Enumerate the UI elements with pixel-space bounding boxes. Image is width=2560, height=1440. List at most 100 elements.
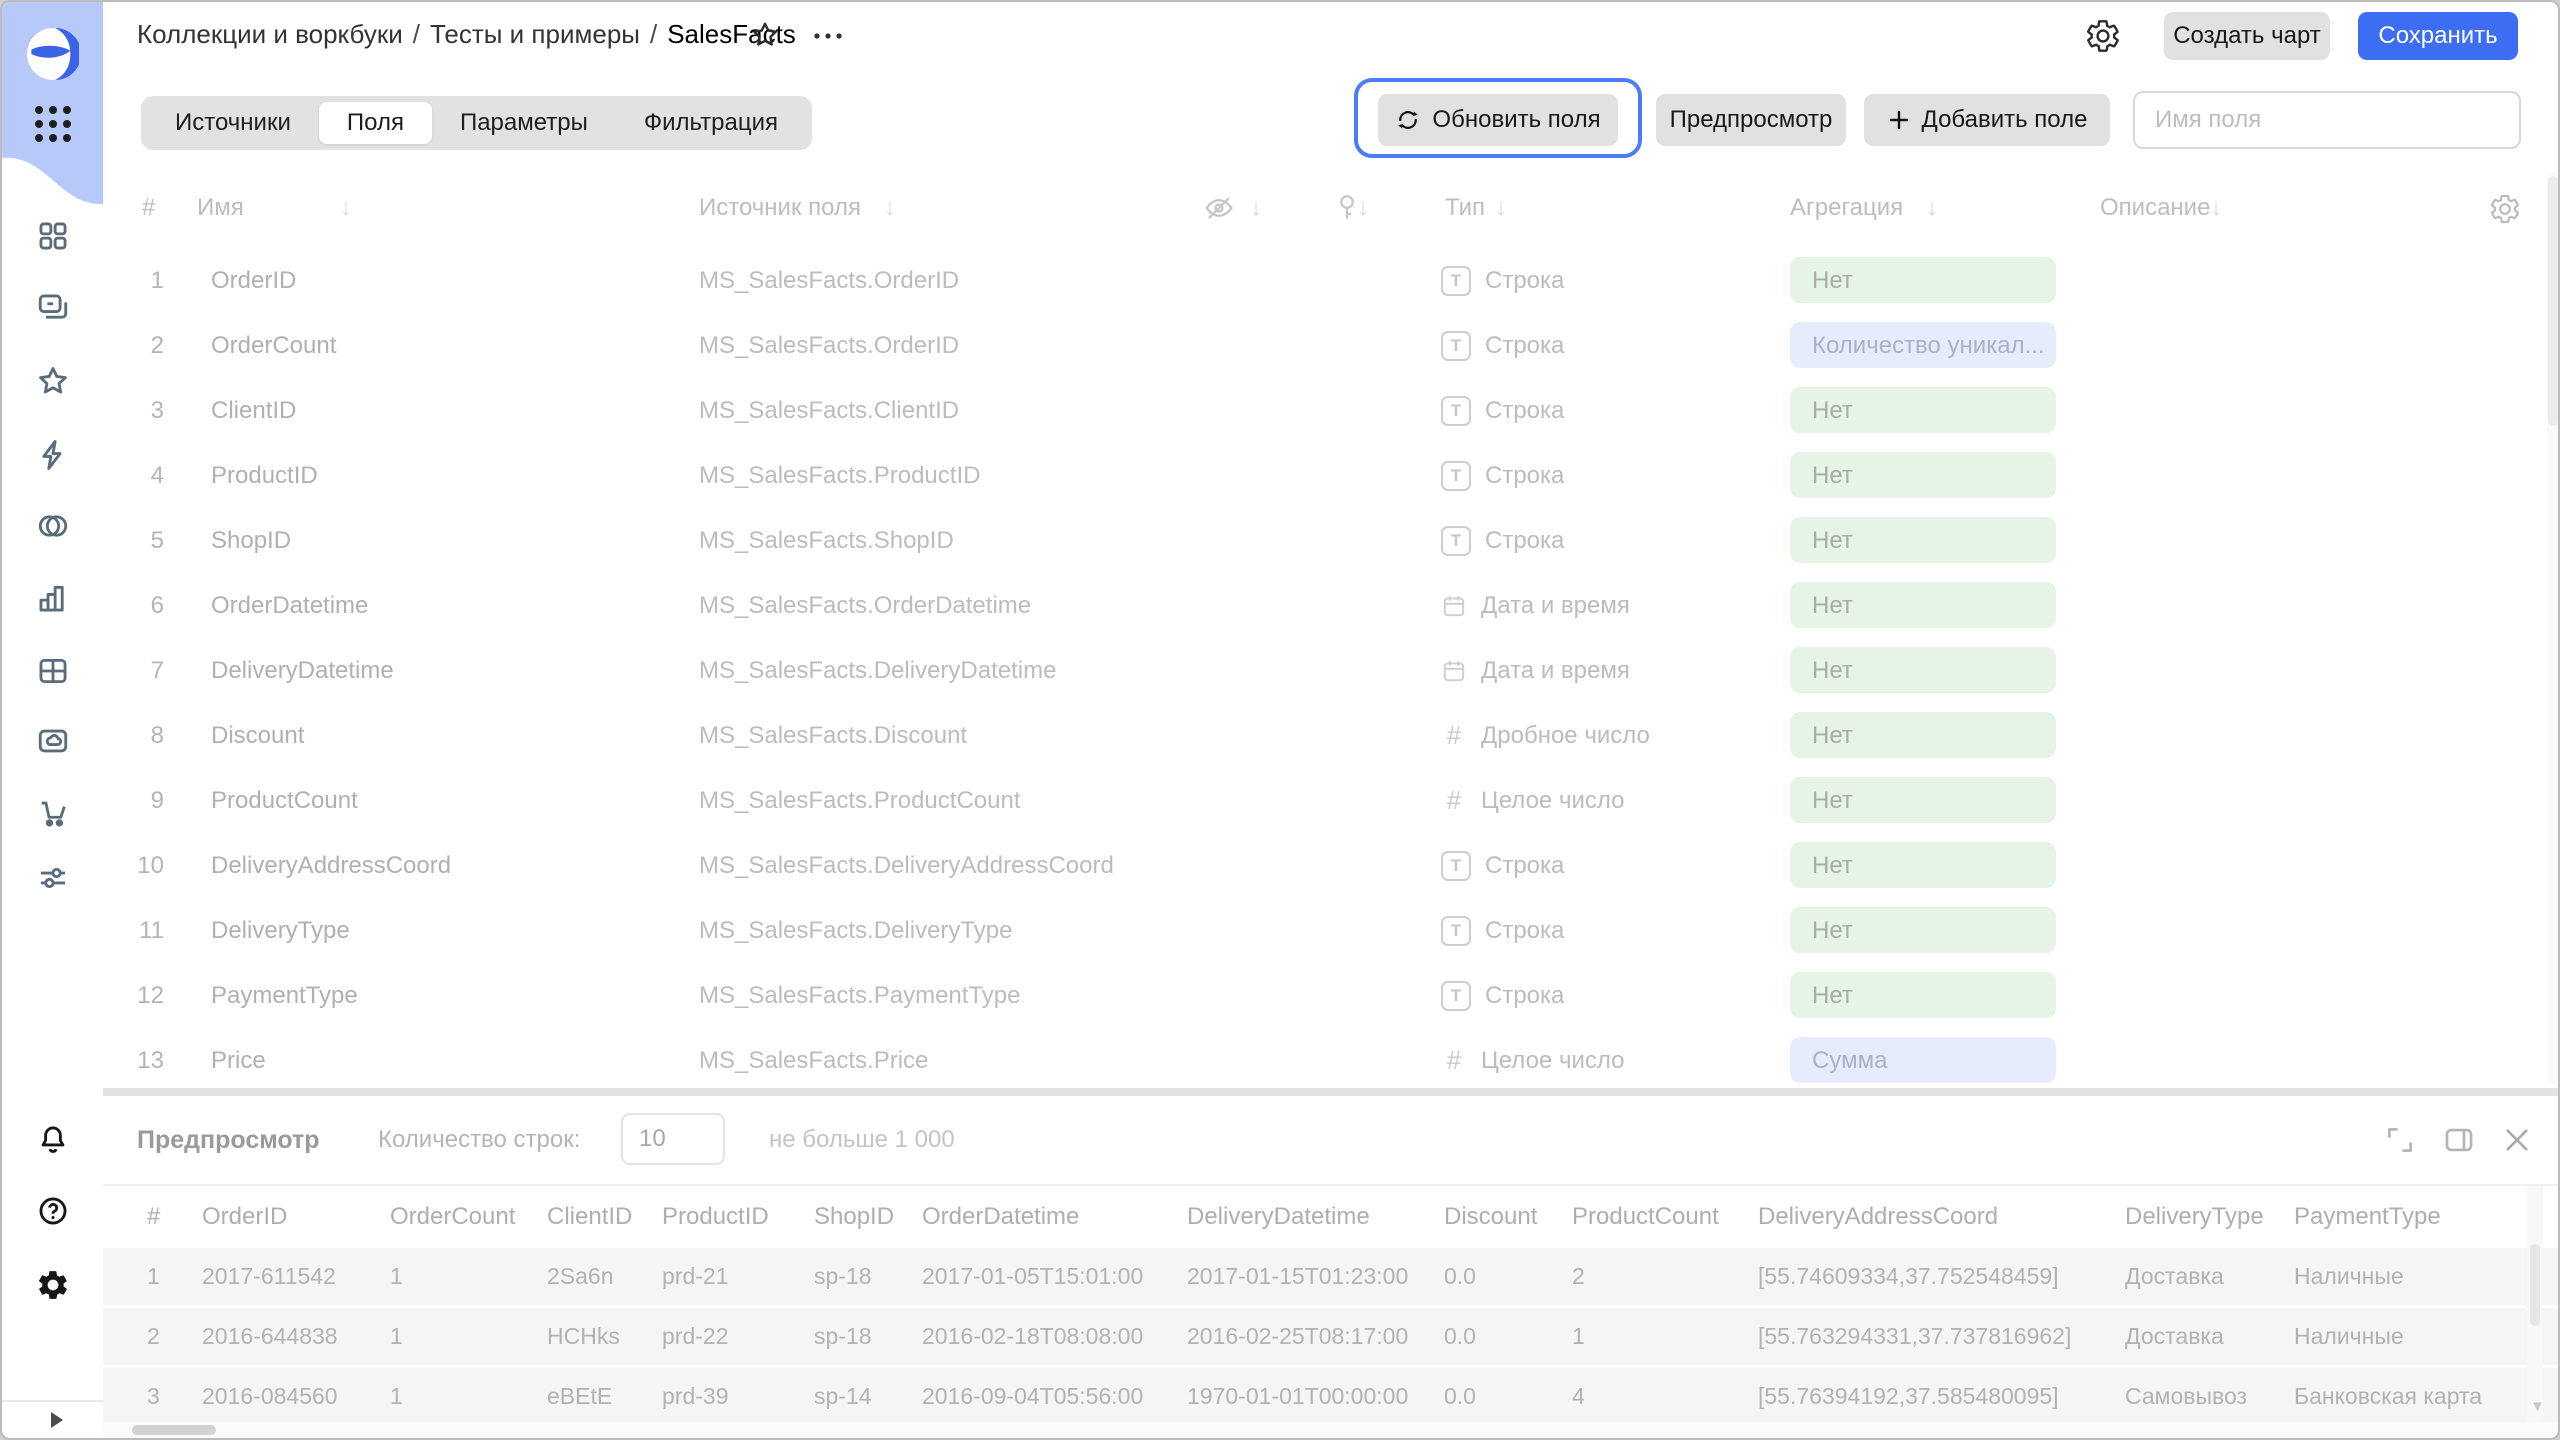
field-source[interactable]: MS_SalesFacts.OrderID	[699, 248, 959, 313]
field-source[interactable]: MS_SalesFacts.OrderDatetime	[699, 573, 1031, 638]
more-actions-icon[interactable]	[809, 20, 849, 52]
nav-dashboards-icon[interactable]	[2, 654, 103, 688]
nav-marketplace-icon[interactable]	[2, 796, 103, 830]
field-type[interactable]: T Строка	[1441, 248, 1564, 313]
col-header-aggregation[interactable]: Агрегация	[1790, 168, 1903, 248]
field-row[interactable]: 10 DeliveryAddressCoord MS_SalesFacts.Deli…	[103, 833, 2558, 898]
preview-toggle-button[interactable]: Предпросмотр	[1656, 94, 1846, 146]
aggregation-select[interactable]: Нет	[1790, 452, 2056, 498]
split-view-icon[interactable]	[2442, 1123, 2476, 1157]
nav-connections-icon[interactable]	[2, 509, 103, 543]
sort-icon[interactable]: ↓	[884, 168, 896, 248]
field-source[interactable]: MS_SalesFacts.ProductID	[699, 443, 980, 508]
breadcrumb-item-collections[interactable]: Коллекции и воркбуки	[137, 19, 403, 49]
sort-icon[interactable]: ↓	[1250, 168, 1262, 248]
aggregation-select[interactable]: Нет	[1790, 387, 2056, 433]
aggregation-select[interactable]: Нет	[1790, 842, 2056, 888]
nav-storage-icon[interactable]	[2, 724, 103, 758]
hidden-column-eye-off-icon[interactable]	[1203, 192, 1235, 224]
apps-menu-icon[interactable]	[33, 104, 73, 144]
nav-charts-icon[interactable]	[2, 581, 103, 615]
field-type[interactable]: T Строка	[1441, 313, 1564, 378]
tab-parameters[interactable]: Параметры	[432, 102, 616, 144]
aggregation-select[interactable]: Нет	[1790, 582, 2056, 628]
field-row[interactable]: 5 ShopID MS_SalesFacts.ShopID T Строка Нет	[103, 508, 2558, 573]
nav-editor-icon[interactable]	[2, 438, 103, 472]
favorite-star-icon[interactable]	[749, 19, 781, 51]
aggregation-select[interactable]: Нет	[1790, 257, 2056, 303]
tab-fields[interactable]: Поля	[318, 102, 432, 144]
field-row[interactable]: 3 ClientID MS_SalesFacts.ClientID T Строка Не…	[103, 378, 2558, 443]
field-type[interactable]: T Строка	[1441, 898, 1564, 963]
save-button[interactable]: Сохранить	[2358, 12, 2518, 60]
field-source[interactable]: MS_SalesFacts.ProductCount	[699, 768, 1020, 833]
preview-vertical-scrollbar[interactable]	[2527, 1186, 2543, 1422]
field-source[interactable]: MS_SalesFacts.DeliveryDatetime	[699, 638, 1056, 703]
notifications-bell-icon[interactable]	[2, 1123, 103, 1157]
row-count-input[interactable]	[621, 1113, 725, 1165]
close-preview-icon[interactable]	[2500, 1123, 2534, 1157]
nav-settings-sliders-icon[interactable]	[2, 861, 103, 895]
field-type[interactable]: # Целое число	[1441, 768, 1625, 833]
field-row[interactable]: 9 ProductCount MS_SalesFacts.ProductCount #…	[103, 768, 2558, 833]
aggregation-select[interactable]: Нет	[1790, 777, 2056, 823]
dataset-settings-gear-icon[interactable]	[2085, 18, 2121, 54]
scrollbar-thumb[interactable]	[132, 1425, 216, 1435]
sort-icon[interactable]: ↓	[2210, 168, 2222, 248]
field-type[interactable]: T Строка	[1441, 378, 1564, 443]
field-source[interactable]: MS_SalesFacts.Price	[699, 1028, 928, 1088]
add-field-button[interactable]: Добавить поле	[1864, 94, 2110, 146]
field-name-search-input[interactable]	[2133, 91, 2521, 149]
scrollbar-thumb[interactable]	[2530, 1244, 2540, 1326]
field-source[interactable]: MS_SalesFacts.DeliveryAddressCoord	[699, 833, 1114, 898]
tab-filtering[interactable]: Фильтрация	[616, 102, 806, 144]
field-row[interactable]: 11 DeliveryType MS_SalesFacts.DeliveryType…	[103, 898, 2558, 963]
field-row[interactable]: 2 OrderCount MS_SalesFacts.OrderID T Строка К…	[103, 313, 2558, 378]
field-source[interactable]: MS_SalesFacts.DeliveryType	[699, 898, 1012, 963]
field-source[interactable]: MS_SalesFacts.PaymentType	[699, 963, 1020, 1028]
field-row[interactable]: 8 Discount MS_SalesFacts.Discount # Дробное …	[103, 703, 2558, 768]
sort-icon[interactable]: ↓	[340, 168, 352, 248]
aggregation-select[interactable]: Нет	[1790, 972, 2056, 1018]
aggregation-select[interactable]: Нет	[1790, 647, 2056, 693]
col-header-name[interactable]: Имя	[197, 168, 244, 248]
expand-preview-icon[interactable]	[2383, 1123, 2417, 1157]
field-row[interactable]: 12 PaymentType MS_SalesFacts.PaymentType T С…	[103, 963, 2558, 1028]
field-source[interactable]: MS_SalesFacts.ShopID	[699, 508, 954, 573]
field-type[interactable]: # Целое число	[1441, 1028, 1625, 1088]
refresh-fields-button[interactable]: Обновить поля	[1378, 94, 1618, 146]
aggregation-select[interactable]: Нет	[1790, 517, 2056, 563]
preview-resize-handle[interactable]	[103, 1088, 2558, 1096]
field-type[interactable]: T Строка	[1441, 833, 1564, 898]
scrollbar-thumb[interactable]	[2548, 176, 2558, 426]
field-type[interactable]: Дата и время	[1441, 638, 1630, 703]
field-type[interactable]: T Строка	[1441, 963, 1564, 1028]
help-icon[interactable]	[2, 1194, 103, 1228]
nav-collections-icon[interactable]	[2, 291, 103, 325]
field-type[interactable]: # Дробное число	[1441, 703, 1650, 768]
fields-vertical-scrollbar[interactable]	[2547, 172, 2558, 1084]
table-settings-gear-icon[interactable]	[2489, 193, 2521, 225]
field-source[interactable]: MS_SalesFacts.Discount	[699, 703, 967, 768]
create-chart-button[interactable]: Создать чарт	[2164, 12, 2330, 60]
field-row[interactable]: 6 OrderDatetime MS_SalesFacts.OrderDatetim…	[103, 573, 2558, 638]
field-row[interactable]: 13 Price MS_SalesFacts.Price # Целое число Су…	[103, 1028, 2558, 1088]
aggregation-select[interactable]: Количество уникал...	[1790, 322, 2056, 368]
tab-sources[interactable]: Источники	[147, 102, 319, 144]
nav-grid-icon[interactable]	[2, 219, 103, 253]
field-type[interactable]: T Строка	[1441, 508, 1564, 573]
col-header-source[interactable]: Источник поля	[699, 168, 861, 248]
scrollbar-down-arrow[interactable]: ▼	[2530, 1398, 2545, 1415]
aggregation-select[interactable]: Нет	[1790, 712, 2056, 758]
datalens-logo[interactable]	[27, 28, 79, 80]
sort-icon[interactable]: ↓	[1926, 168, 1938, 248]
field-type[interactable]: T Строка	[1441, 443, 1564, 508]
field-row[interactable]: 1 OrderID MS_SalesFacts.OrderID T Строка Нет	[103, 248, 2558, 313]
sort-icon[interactable]: ↓	[1495, 168, 1507, 248]
field-source[interactable]: MS_SalesFacts.OrderID	[699, 313, 959, 378]
breadcrumb-item-workbook[interactable]: Тесты и примеры	[430, 19, 640, 49]
expand-panel-icon[interactable]	[44, 1408, 68, 1432]
col-header-description[interactable]: Описание	[2100, 168, 2210, 248]
col-header-type[interactable]: Тип	[1445, 168, 1485, 248]
preview-horizontal-scrollbar[interactable]	[103, 1422, 2558, 1438]
